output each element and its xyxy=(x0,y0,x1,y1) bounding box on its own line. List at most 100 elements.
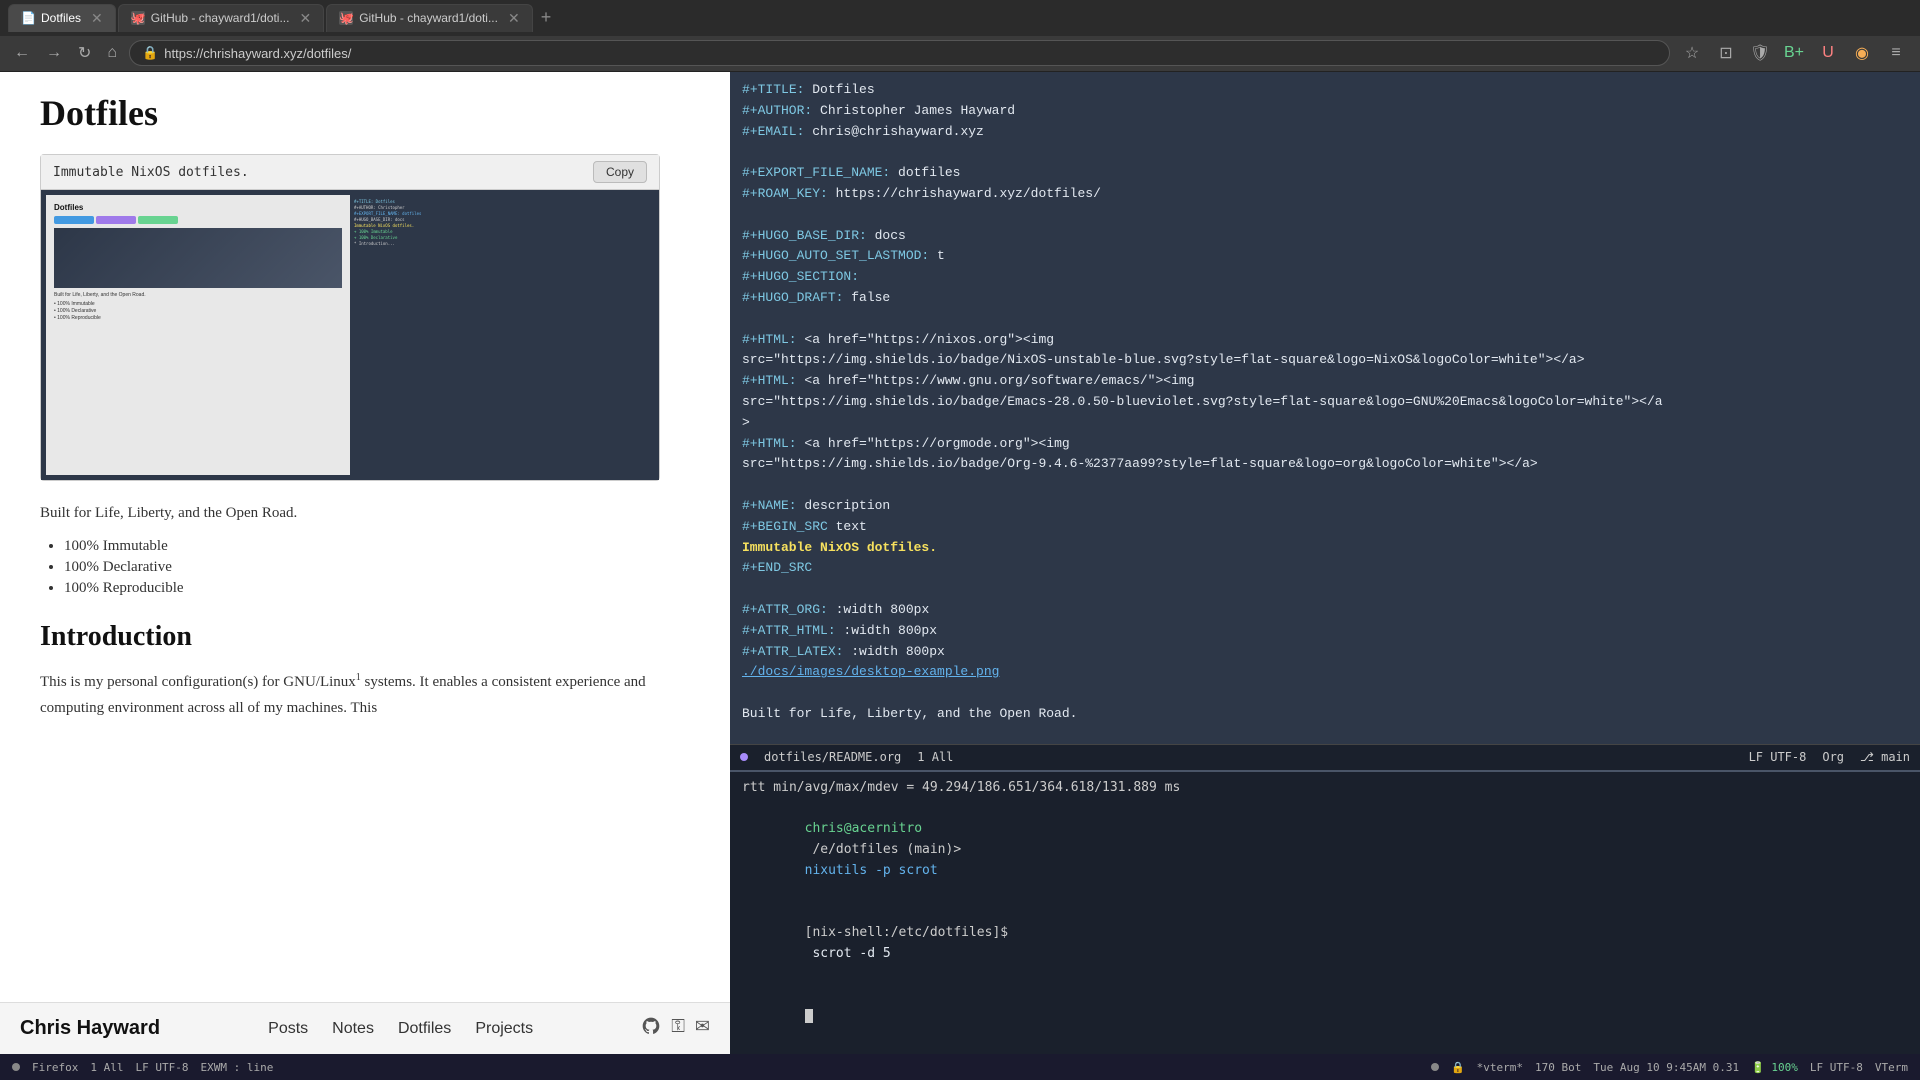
editor-line-7 xyxy=(742,205,1908,226)
extension-btn-4[interactable]: ◉ xyxy=(1848,39,1876,67)
keybase-icon[interactable]: ⚿ xyxy=(671,1016,685,1041)
web-content: Dotfiles Immutable NixOS dotfiles. Copy … xyxy=(0,72,730,1002)
tab-close-1[interactable]: ✕ xyxy=(91,11,103,25)
editor-line-10: #+HUGO_SECTION: xyxy=(742,267,1908,288)
editor-line-14: src="https://img.shields.io/badge/NixOS-… xyxy=(742,350,1908,371)
editor-line-9: #+HUGO_AUTO_SET_LASTMOD: t xyxy=(742,246,1908,267)
mini-editor-right: #+TITLE: Dotfiles #+AUTHOR: Christopher … xyxy=(350,195,654,475)
editor-line-17: > xyxy=(742,413,1908,434)
term-cursor-line xyxy=(742,986,1908,1048)
editor-status-bar: dotfiles/README.org 1 All LF UTF-8 Org ⎇… xyxy=(730,744,1920,770)
status-encoding: LF UTF-8 xyxy=(1749,750,1807,764)
extension-btn-1[interactable]: 🛡 xyxy=(1746,39,1774,67)
editor-line-30 xyxy=(742,683,1908,704)
term-command: scrot -d 5 xyxy=(805,946,891,961)
extension-btn-2[interactable]: B+ xyxy=(1780,39,1808,67)
mini-web-left: Dotfiles Built for Life, Liberty, and th… xyxy=(46,195,350,475)
editor-line-2: #+AUTHOR: Christopher James Hayward xyxy=(742,101,1908,122)
mini-web-title: Dotfiles xyxy=(54,203,342,212)
sys-battery: 🔋 100% xyxy=(1751,1061,1798,1074)
sys-datetime: Tue Aug 10 9:45AM 0.31 xyxy=(1593,1061,1739,1074)
editor-line-27: #+ATTR_HTML: :width 800px xyxy=(742,621,1908,642)
nav-links: Posts Notes Dotfiles Projects xyxy=(268,1020,533,1038)
sys-vterm-lines: 170 Bot xyxy=(1535,1061,1581,1074)
email-icon[interactable]: ✉ xyxy=(695,1016,710,1041)
bullet-2: 100% Declarative xyxy=(64,559,660,576)
back-button[interactable]: ← xyxy=(10,40,34,66)
mini-web-badges xyxy=(54,216,342,224)
editor-line-26: #+ATTR_ORG: :width 800px xyxy=(742,600,1908,621)
intro-paragraph: This is my personal configuration(s) for… xyxy=(40,669,660,721)
editor-line-29: ./docs/images/desktop-example.png xyxy=(742,662,1908,683)
tab-title-3: GitHub - chayward1/doti... xyxy=(359,11,498,25)
editor-line-23: Immutable NixOS dotfiles. xyxy=(742,538,1908,559)
sys-firefox: Firefox xyxy=(32,1061,78,1074)
editor-content: #+TITLE: Dotfiles #+AUTHOR: Christopher … xyxy=(730,72,1920,744)
tab-github2[interactable]: 🐙 GitHub - chayward1/doti... ✕ xyxy=(326,4,532,32)
web-inner: Dotfiles Immutable NixOS dotfiles. Copy … xyxy=(0,72,700,741)
tab-favicon-1: 📄 xyxy=(21,11,35,25)
nav-bar: ← → ↻ ⌂ 🔒 https://chrishayward.xyz/dotfi… xyxy=(0,36,1920,72)
tab-title-1: Dotfiles xyxy=(41,11,81,25)
editor-line-32 xyxy=(742,725,1908,744)
nav-link-posts[interactable]: Posts xyxy=(268,1020,308,1038)
sys-dot-right xyxy=(1431,1063,1439,1071)
bullet-list: 100% Immutable 100% Declarative 100% Rep… xyxy=(64,538,660,597)
sys-encoding-right: LF UTF-8 xyxy=(1810,1061,1863,1074)
lock-icon: 🔒 xyxy=(142,45,158,61)
nav-link-notes[interactable]: Notes xyxy=(332,1020,374,1038)
tab-dotfiles[interactable]: 📄 Dotfiles ✕ xyxy=(8,4,116,32)
term-nix-line: [nix-shell:/etc/dotfiles]$ scrot -d 5 xyxy=(742,902,1908,985)
brand-name: Chris Hayward xyxy=(20,1017,160,1040)
editor-line-5: #+EXPORT_FILE_NAME: dotfiles xyxy=(742,163,1908,184)
badge-emacs xyxy=(96,216,136,224)
tab-favicon-3: 🐙 xyxy=(339,11,353,25)
editor-line-11: #+HUGO_DRAFT: false xyxy=(742,288,1908,309)
editor-line-31: Built for Life, Liberty, and the Open Ro… xyxy=(742,704,1908,725)
sys-left-pos: 1 All xyxy=(90,1061,123,1074)
menu-button[interactable]: ≡ xyxy=(1882,39,1910,67)
sys-dot-left xyxy=(12,1063,20,1071)
sys-encoding-left: LF UTF-8 xyxy=(135,1061,188,1074)
tab-title-2: GitHub - chayward1/doti... xyxy=(151,11,290,25)
code-block-header: Immutable NixOS dotfiles. Copy xyxy=(41,155,659,190)
sys-right: 🔒 *vterm* 170 Bot Tue Aug 10 9:45AM 0.31… xyxy=(1431,1061,1908,1074)
address-bar[interactable]: 🔒 https://chrishayward.xyz/dotfiles/ xyxy=(129,40,1670,66)
mini-line-8: * Introduction... xyxy=(354,241,650,247)
term-prev-cmd: nixutils -p scrot xyxy=(805,863,938,878)
reader-mode-button[interactable]: ⊡ xyxy=(1712,39,1740,67)
nav-link-projects[interactable]: Projects xyxy=(475,1020,533,1038)
term-rtt: rtt min/avg/max/mdev = 49.294/186.651/36… xyxy=(742,778,1908,799)
copy-button[interactable]: Copy xyxy=(593,161,647,183)
browser-chrome: 📄 Dotfiles ✕ 🐙 GitHub - chayward1/doti..… xyxy=(0,0,1920,72)
reload-button[interactable]: ↻ xyxy=(74,39,95,67)
editor-line-12 xyxy=(742,309,1908,330)
sys-mode: EXWM : line xyxy=(200,1061,273,1074)
editor-line-19: src="https://img.shields.io/badge/Org-9.… xyxy=(742,454,1908,475)
status-position: 1 All xyxy=(917,750,953,764)
editor-line-3: #+EMAIL: chris@chrishayward.xyz xyxy=(742,122,1908,143)
nav-link-dotfiles[interactable]: Dotfiles xyxy=(398,1020,451,1038)
tab-github1[interactable]: 🐙 GitHub - chayward1/doti... ✕ xyxy=(118,4,324,32)
tab-close-3[interactable]: ✕ xyxy=(508,11,520,25)
editor-line-4 xyxy=(742,142,1908,163)
forward-button[interactable]: → xyxy=(42,40,66,66)
new-tab-button[interactable]: + xyxy=(535,7,558,28)
github-icon[interactable] xyxy=(641,1016,661,1041)
bookmark-button[interactable]: ☆ xyxy=(1678,39,1706,67)
built-text: Built for Life, Liberty, and the Open Ro… xyxy=(40,505,660,522)
tab-close-2[interactable]: ✕ xyxy=(299,11,311,25)
sys-extra: VTerm xyxy=(1875,1061,1908,1074)
code-block-container: Immutable NixOS dotfiles. Copy Dotfiles xyxy=(40,154,660,481)
status-right: LF UTF-8 Org ⎇ main xyxy=(1749,750,1910,764)
sys-vterm: *vterm* xyxy=(1477,1061,1523,1074)
term-cursor xyxy=(805,1009,813,1023)
editor-line-15: #+HTML: <a href="https://www.gnu.org/sof… xyxy=(742,371,1908,392)
editor-line-24: #+END_SRC xyxy=(742,558,1908,579)
editor-line-28: #+ATTR_LATEX: :width 800px xyxy=(742,642,1908,663)
extension-btn-3[interactable]: U xyxy=(1814,39,1842,67)
status-mode: Org xyxy=(1822,750,1844,764)
system-bar: Firefox 1 All LF UTF-8 EXWM : line 🔒 *vt… xyxy=(0,1054,1920,1080)
home-button[interactable]: ⌂ xyxy=(103,40,121,66)
editor-line-16: src="https://img.shields.io/badge/Emacs-… xyxy=(742,392,1908,413)
